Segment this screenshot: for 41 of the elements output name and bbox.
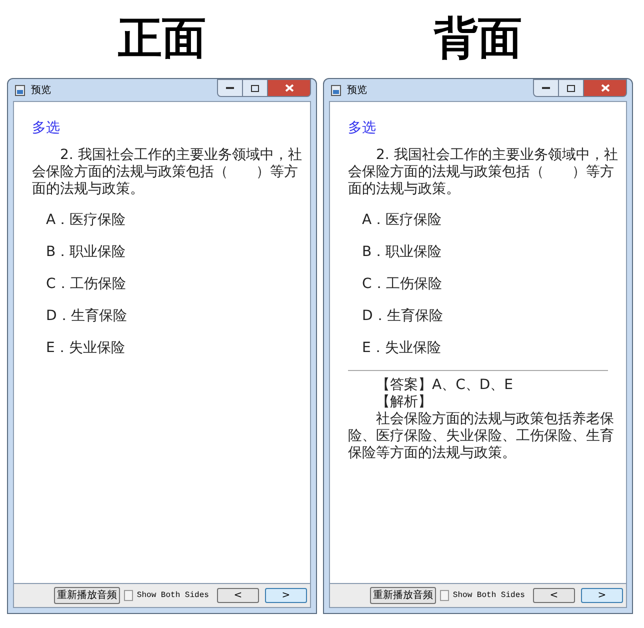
show-both-sides-label: Show Both Sides [452, 590, 525, 602]
minimize-button[interactable] [533, 79, 559, 97]
close-button[interactable] [584, 79, 627, 97]
option-text: E．失业保险 [361, 338, 442, 358]
replay-button[interactable]: 重新播放音频 [370, 587, 436, 604]
previous-button[interactable]: < [216, 588, 259, 603]
minimize-button[interactable] [217, 79, 243, 97]
option-text: A．医疗保险 [45, 210, 127, 230]
app-icon [15, 84, 25, 96]
option-text: C．工伤保险 [361, 274, 443, 294]
analysis-label: 【解析】 [375, 394, 432, 411]
maximize-button[interactable] [243, 79, 268, 97]
replay-button[interactable]: 重新播放音频 [54, 587, 120, 604]
option-text: E．失业保险 [45, 338, 126, 358]
option-text: C．工伤保险 [45, 274, 127, 294]
side-heading: 正面 [118, 12, 206, 66]
window-title: 预览 [31, 84, 51, 98]
show-both-sides-checkbox[interactable] [124, 590, 133, 601]
analysis-text: 社会保险方面的法规与政策包括养老保险、医疗保险、失业保险、工伤保险、生育保险等方面的法规与政策。 [348, 411, 615, 462]
side-heading: 背面 [434, 12, 522, 66]
close-button[interactable] [268, 79, 311, 97]
option-text: B．职业保险 [45, 242, 127, 262]
option-text: D．生育保险 [361, 306, 444, 326]
app-icon [331, 84, 341, 96]
maximize-button[interactable] [559, 79, 584, 97]
question-text: 2. 我国社会工作的主要业务领域中，社会保险方面的法规与政策包括（ ）等方面的法规与政策。 [348, 147, 618, 198]
question-text: 2. 我国社会工作的主要业务领域中，社会保险方面的法规与政策包括（ ）等方面的法规与政策。 [32, 147, 302, 198]
answer-line: 【答案】A、C、D、E [375, 377, 514, 394]
option-text: A．医疗保险 [361, 210, 443, 230]
question-type: 多选 [348, 119, 377, 138]
show-both-sides-label: Show Both Sides [136, 590, 209, 602]
option-text: D．生育保险 [45, 306, 128, 326]
question-type: 多选 [32, 119, 61, 138]
option-text: B．职业保险 [361, 242, 443, 262]
next-button[interactable]: > [580, 588, 623, 603]
previous-button[interactable]: < [532, 588, 575, 603]
window-title: 预览 [347, 84, 367, 98]
close-icon [284, 84, 294, 92]
show-both-sides-checkbox[interactable] [440, 590, 449, 601]
close-icon [600, 84, 610, 92]
next-button[interactable]: > [264, 588, 307, 603]
